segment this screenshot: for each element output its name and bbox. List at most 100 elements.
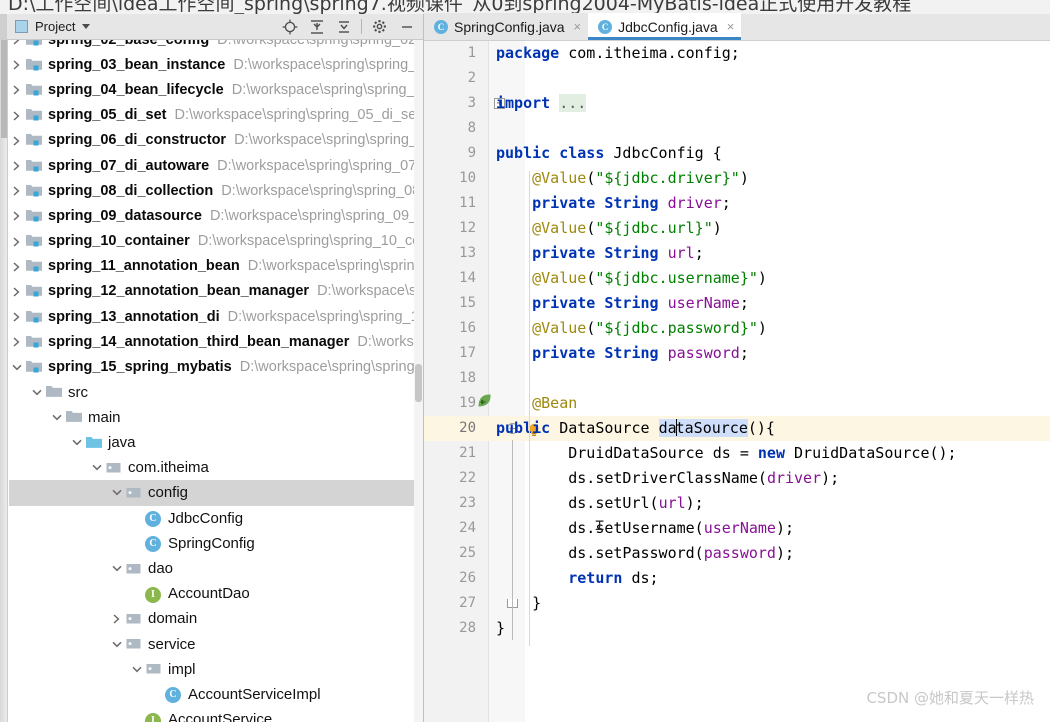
collapse-all-icon[interactable] (330, 15, 357, 39)
code-line[interactable]: 20– public DataSource dataSource(){ (424, 416, 1050, 441)
editor-tab-springconfig-java[interactable]: C SpringConfig.java × (424, 13, 589, 40)
code-line[interactable]: 28} (424, 616, 1050, 641)
code-line[interactable]: 18 (424, 366, 1050, 391)
chevron-right-icon[interactable] (9, 229, 25, 254)
chevron-down-icon[interactable] (69, 430, 85, 455)
code-line[interactable]: 3 + import ... (424, 91, 1050, 116)
close-icon[interactable]: × (727, 19, 735, 34)
chevron-down-icon[interactable] (109, 556, 125, 581)
tree-row-src[interactable]: src (9, 380, 415, 405)
tree-row-java[interactable]: java (9, 430, 415, 455)
chevron-down-icon[interactable] (49, 405, 65, 430)
tree-row-dao[interactable]: dao (9, 556, 415, 581)
chevron-right-icon[interactable] (9, 52, 25, 77)
tree-row-springconfig[interactable]: C SpringConfig (9, 531, 415, 556)
editor-tab-jdbcconfig-java[interactable]: C JdbcConfig.java × (588, 13, 742, 40)
tree-row-spring-15-spring-mybatis[interactable]: spring_15_spring_mybatis D:\workspace\spr… (9, 354, 415, 379)
tree-row-accountservice[interactable]: I AccountService (9, 707, 415, 722)
code-line[interactable]: 12 @Value("${jdbc.url}") (424, 216, 1050, 241)
code-line[interactable]: 14 @Value("${jdbc.username}") (424, 266, 1050, 291)
project-tree-scrollbar[interactable] (414, 40, 423, 722)
tree-row-spring-05-di-set[interactable]: spring_05_di_set D:\workspace\spring\spri… (9, 103, 415, 128)
tree-row-spring-14-annotation-third-bean-manager[interactable]: spring_14_annotation_third_bean_manager D… (9, 329, 415, 354)
chevron-down-icon[interactable] (109, 632, 125, 657)
code-content[interactable]: 1 package com.itheima.config; 2 3 + import ..… (424, 41, 1050, 722)
spring-bean-icon[interactable] (477, 391, 492, 407)
tree-row-label: spring_12_annotation_bean_manager (48, 283, 310, 300)
code-line[interactable]: 13 private String url; (424, 241, 1050, 266)
code-line[interactable]: 23 ds.setUrl(url); (424, 491, 1050, 516)
chevron-down-icon[interactable] (9, 355, 25, 380)
chevron-right-icon[interactable] (9, 254, 25, 279)
tree-row-main[interactable]: main (9, 405, 415, 430)
code-line[interactable]: 21 DruidDataSource ds = new DruidDataSou… (424, 441, 1050, 466)
tree-row-com-itheima[interactable]: com.itheima (9, 455, 415, 480)
project-tree[interactable]: spring_02_base_config D:\workspace\spring… (9, 40, 415, 722)
code-line[interactable]: 22 ds.setDriverClassName(driver); (424, 466, 1050, 491)
close-icon[interactable]: × (574, 19, 582, 34)
tree-row-spring-12-annotation-bean-manager[interactable]: spring_12_annotation_bean_manager D:\work… (9, 279, 415, 304)
stripe-thumb[interactable] (1, 40, 7, 138)
chevron-right-icon[interactable] (9, 304, 25, 329)
code-line[interactable]: 10 @Value("${jdbc.driver}") (424, 166, 1050, 191)
code-line[interactable]: 19 @Bean (424, 391, 1050, 416)
tree-row-path: D:\workspace\spring\spring_0 (231, 81, 415, 98)
code-editor[interactable]: 1 package com.itheima.config; 2 3 + import ..… (424, 41, 1050, 722)
tree-row-spring-03-bean-instance[interactable]: spring_03_bean_instance D:\workspace\spri… (9, 52, 415, 77)
tree-row-impl[interactable]: impl (9, 657, 415, 682)
code-text: return ds; (568, 569, 659, 587)
tree-row-spring-04-bean-lifecycle[interactable]: spring_04_bean_lifecycle D:\workspace\spr… (9, 77, 415, 102)
chevron-right-icon[interactable] (9, 128, 25, 153)
tree-row-spring-11-annotation-bean[interactable]: spring_11_annotation_bean D:\workspace\sp… (9, 254, 415, 279)
chevron-right-icon[interactable] (9, 203, 25, 228)
tree-row-accountserviceimpl[interactable]: C AccountServiceImpl (9, 682, 415, 707)
code-line[interactable]: 16 @Value("${jdbc.password}") (424, 316, 1050, 341)
chevron-down-icon[interactable] (29, 380, 45, 405)
tree-row-spring-07-di-autoware[interactable]: spring_07_di_autoware D:\workspace\spring… (9, 153, 415, 178)
tree-row-label: domain (148, 610, 198, 628)
code-line[interactable]: 11 private String driver; (424, 191, 1050, 216)
scrollbar-thumb[interactable] (415, 364, 422, 402)
code-line[interactable]: 26 return ds; (424, 566, 1050, 591)
chevron-right-icon[interactable] (9, 178, 25, 203)
chevron-right-icon[interactable] (9, 40, 25, 52)
chevron-down-icon[interactable] (109, 480, 125, 505)
chevron-down-icon[interactable] (129, 657, 145, 682)
code-line[interactable]: 2 (424, 66, 1050, 91)
chevron-right-icon[interactable] (9, 77, 25, 102)
tree-row-label: spring_08_di_collection (48, 182, 214, 199)
expand-all-icon[interactable] (303, 15, 330, 39)
code-line[interactable]: 25 ds.setPassword(password); (424, 541, 1050, 566)
tree-row-jdbcconfig[interactable]: C JdbcConfig (9, 506, 415, 531)
minimize-icon[interactable] (393, 15, 420, 39)
code-text: ds.setDriverClassName(driver); (496, 469, 840, 487)
tool-window-stripe[interactable] (0, 40, 8, 722)
tree-row-spring-06-di-constructor[interactable]: spring_06_di_constructor D:\workspace\spr… (9, 128, 415, 153)
tree-row-accountdao[interactable]: I AccountDao (9, 581, 415, 606)
locate-icon[interactable] (276, 15, 303, 39)
code-line[interactable]: 27 } (424, 591, 1050, 616)
chevron-right-icon[interactable] (9, 279, 25, 304)
code-line[interactable]: 17 private String password; (424, 341, 1050, 366)
tree-row-service[interactable]: service (9, 632, 415, 657)
code-line[interactable]: 15 private String userName; (424, 291, 1050, 316)
chevron-right-icon[interactable] (9, 329, 25, 354)
chevron-right-icon[interactable] (109, 606, 125, 631)
chevron-down-icon[interactable] (89, 455, 105, 480)
tree-row-domain[interactable]: domain (9, 606, 415, 631)
tree-row-spring-08-di-collection[interactable]: spring_08_di_collection D:\workspace\spri… (9, 178, 415, 203)
tree-row-config[interactable]: config (9, 480, 415, 506)
tree-row-path: D:\workspace\sp (317, 283, 415, 300)
chevron-down-icon[interactable] (82, 24, 91, 29)
tree-row-spring-10-container[interactable]: spring_10_container D:\workspace\spring\s… (9, 229, 415, 254)
chevron-right-icon[interactable] (9, 103, 25, 128)
code-line[interactable]: 8 (424, 116, 1050, 141)
tree-row-spring-13-annotation-di[interactable]: spring_13_annotation_di D:\workspace\spri… (9, 304, 415, 329)
code-line[interactable]: 9 public class JdbcConfig { (424, 141, 1050, 166)
tree-row-spring-02-base-config[interactable]: spring_02_base_config D:\workspace\spring… (9, 40, 415, 52)
code-line[interactable]: 24 ds.setUsername(userName); ⌶ (424, 516, 1050, 541)
settings-gear-icon[interactable] (366, 15, 393, 39)
code-line[interactable]: 1 package com.itheima.config; (424, 41, 1050, 66)
tree-row-spring-09-datasource[interactable]: spring_09_datasource D:\workspace\spring\… (9, 203, 415, 228)
chevron-right-icon[interactable] (9, 153, 25, 178)
